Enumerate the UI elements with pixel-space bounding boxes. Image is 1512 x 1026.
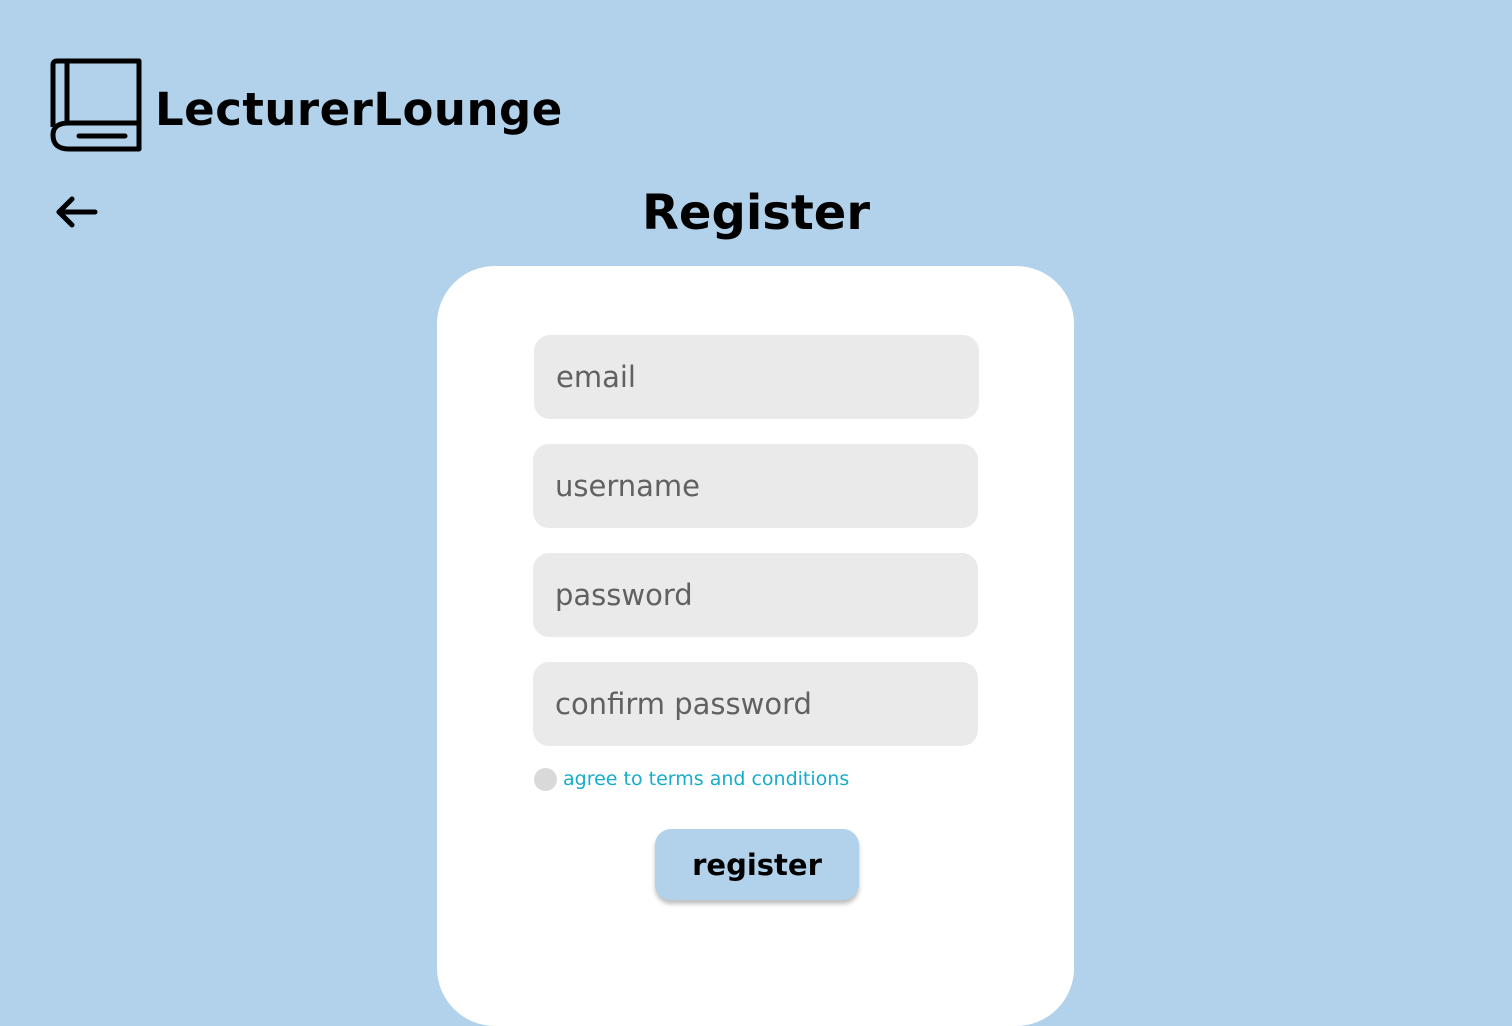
brand-name: LecturerLounge (155, 83, 563, 136)
email-input[interactable] (534, 335, 979, 419)
register-button[interactable]: register (655, 829, 859, 900)
terms-checkbox[interactable] (534, 768, 557, 791)
confirm-password-input[interactable] (533, 662, 978, 746)
terms-link[interactable]: agree to terms and conditions (563, 766, 849, 792)
book-icon (50, 58, 142, 152)
register-form-card: agree to terms and conditions register (437, 266, 1074, 1026)
page-title: Register (641, 185, 871, 241)
password-input[interactable] (533, 553, 978, 637)
username-input[interactable] (533, 444, 978, 528)
